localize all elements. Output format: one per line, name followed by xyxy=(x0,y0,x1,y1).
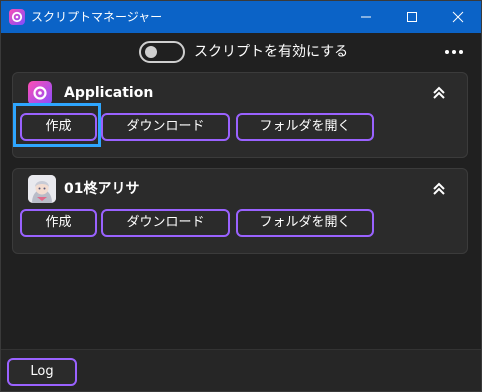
close-button[interactable] xyxy=(435,1,481,33)
more-dots-icon xyxy=(445,50,449,54)
maximize-icon xyxy=(407,12,417,22)
app-logo-icon xyxy=(9,9,25,25)
card-title: Application xyxy=(64,85,154,101)
more-dot xyxy=(459,50,463,54)
log-button[interactable]: Log xyxy=(7,358,77,386)
window-title: スクリプトマネージャー xyxy=(31,10,163,24)
script-card-application: Application 作成 ダウンロード フォルダを開く xyxy=(12,72,468,158)
toggle-knob xyxy=(145,46,157,58)
enable-scripts-label: スクリプトを有効にする xyxy=(194,44,349,60)
open-folder-button[interactable]: フォルダを開く xyxy=(236,209,374,237)
enable-scripts-toggle[interactable] xyxy=(139,41,185,63)
card-title: 01柊アリサ xyxy=(64,181,140,197)
character-avatar-icon xyxy=(28,175,56,203)
title-bar: スクリプトマネージャー xyxy=(1,1,481,33)
more-options-button[interactable] xyxy=(441,41,467,63)
create-button[interactable]: 作成 xyxy=(20,113,97,141)
download-button[interactable]: ダウンロード xyxy=(101,113,230,141)
bottom-bar: Log xyxy=(1,349,481,391)
download-button[interactable]: ダウンロード xyxy=(101,209,230,237)
minimize-button[interactable] xyxy=(343,1,389,33)
more-dot xyxy=(452,50,456,54)
minimize-icon xyxy=(361,16,371,18)
close-icon xyxy=(452,11,464,23)
open-folder-button[interactable]: フォルダを開く xyxy=(236,113,374,141)
app-logo-icon xyxy=(28,81,52,105)
collapse-chevron-icon[interactable] xyxy=(429,179,449,199)
create-button[interactable]: 作成 xyxy=(20,209,97,237)
script-card-character: 01柊アリサ 作成 ダウンロード フォルダを開く xyxy=(12,168,468,254)
maximize-button[interactable] xyxy=(389,1,435,33)
script-manager-window: スクリプトマネージャー スクリプトを有効にする Application 作成 ダ… xyxy=(0,0,482,392)
collapse-chevron-icon[interactable] xyxy=(429,83,449,103)
